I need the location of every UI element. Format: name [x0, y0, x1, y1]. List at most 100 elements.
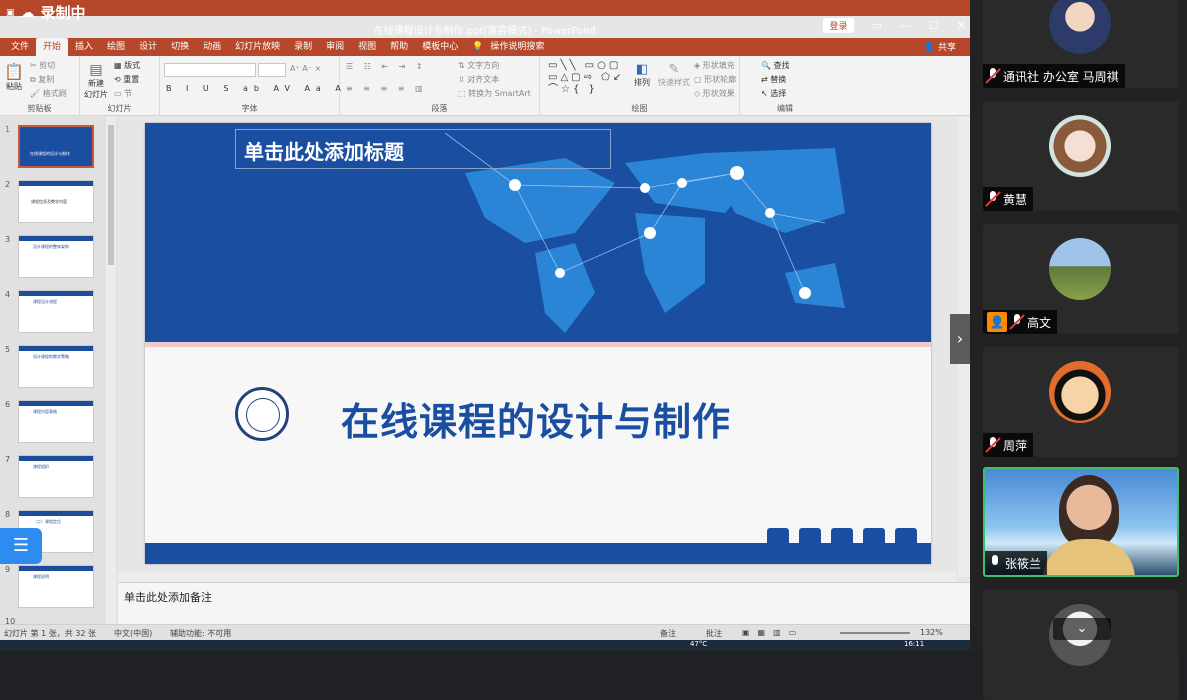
thumb-bar — [19, 346, 93, 351]
comments-button[interactable]: 批注 — [706, 628, 722, 639]
reset-button[interactable]: ⟲ 重置 — [114, 74, 139, 85]
new-slide-button[interactable]: ▤ 新建 幻灯片 — [84, 62, 108, 100]
paste-button[interactable]: 📋 粘贴 — [4, 62, 24, 92]
tab-template-center[interactable]: 模板中心 — [415, 38, 465, 56]
tab-file[interactable]: 文件 — [4, 38, 36, 56]
tab-insert[interactable]: 插入 — [68, 38, 100, 56]
university-seal-logo — [235, 387, 289, 441]
thumbnail-slide-2[interactable]: 课程信息及教学内容 — [18, 180, 94, 223]
participant-tile[interactable]: 黄慧 — [983, 101, 1179, 211]
shape-effects-button[interactable]: ◇ 形状效果 — [694, 88, 735, 99]
tell-me-search[interactable]: 操作说明搜索 — [490, 38, 551, 56]
quick-styles-button[interactable]: ✎ 快速样式 — [658, 62, 690, 88]
thumb-bar — [19, 511, 93, 516]
participant-tile[interactable]: 👤 高文 — [983, 224, 1179, 334]
replace-button[interactable]: ⇄ 替换 — [761, 74, 786, 85]
login-button[interactable]: 登录 — [823, 18, 854, 33]
notes-placeholder: 单击此处添加备注 — [124, 591, 212, 604]
thumb-number: 7 — [5, 455, 11, 464]
font-grow-icon[interactable]: A⁺ A⁻ ⨯ — [290, 64, 321, 73]
list-buttons[interactable]: ☰ ☷ ⇤ ⇥ ↕ — [346, 62, 427, 71]
tab-help[interactable]: 帮助 — [383, 38, 415, 56]
layout-button[interactable]: ▦ 版式 — [114, 60, 140, 71]
scroll-thumb[interactable] — [108, 125, 114, 265]
participant-tile[interactable]: 周萍 — [983, 347, 1179, 457]
shape-fill-button[interactable]: ◈ 形状填充 — [694, 60, 735, 71]
copy-button[interactable]: ⧉ 复制 — [30, 74, 54, 85]
tab-record[interactable]: 录制 — [287, 38, 319, 56]
tab-design[interactable]: 设计 — [132, 38, 164, 56]
tab-home[interactable]: 开始 — [36, 38, 69, 56]
minimize-icon[interactable]: — — [900, 19, 911, 32]
thumbnail-slide-6[interactable]: 课程内容表格 — [18, 400, 94, 443]
thumb-text: 设计课程的整体架构 — [33, 244, 69, 249]
thumbnail-slide-7[interactable]: 课程组织 — [18, 455, 94, 498]
align-text-button[interactable]: ⇳ 对齐文本 — [458, 74, 499, 85]
title-placeholder[interactable]: 单击此处添加标题 — [235, 129, 611, 169]
participant-nametag: 👤 高文 — [983, 310, 1058, 334]
participant-nametag: 周萍 — [983, 433, 1034, 457]
thumbnails-scrollbar[interactable] — [106, 117, 116, 625]
text-direction-label: 文字方向 — [467, 61, 500, 70]
tab-slideshow[interactable]: 幻灯片放映 — [228, 38, 287, 56]
close-icon[interactable]: ✕ — [957, 19, 966, 32]
shape-outline-button[interactable]: ▢ 形状轮廓 — [694, 74, 736, 85]
find-button[interactable]: 🔍 查找 — [761, 60, 790, 71]
slide-main-title[interactable]: 在线课程的设计与制作 — [341, 391, 731, 446]
list-menu-button[interactable]: ☰ — [0, 528, 42, 564]
panel-expand-button[interactable]: › — [950, 314, 970, 364]
cut-button[interactable]: ✂ 剪切 — [30, 60, 55, 71]
section-button[interactable]: ▭ 节 — [114, 88, 132, 99]
thumb-number: 9 — [5, 565, 11, 574]
replace-label: 替换 — [770, 75, 787, 84]
share-button[interactable]: 👤 共享 — [924, 40, 956, 53]
maximize-icon[interactable]: ☐ — [929, 19, 939, 32]
thumbnail-slide-5[interactable]: 设计课程的教学策略 — [18, 345, 94, 388]
thumb-text: 课程说明 — [33, 574, 49, 579]
select-button[interactable]: ↖ 选择 — [761, 88, 786, 99]
tab-draw[interactable]: 绘图 — [100, 38, 132, 56]
ribbon-display-icon[interactable]: ▭ — [872, 19, 882, 32]
zoom-slider[interactable] — [840, 632, 910, 634]
thumbnail-slide-4[interactable]: 课程设计流程 — [18, 290, 94, 333]
save-icon[interactable]: ▣ — [6, 8, 15, 18]
participant-tile-active-speaker[interactable]: 张筱兰 — [983, 467, 1179, 577]
canvas-horizontal-scrollbar[interactable] — [118, 572, 956, 582]
font-format-buttons[interactable]: B I U S ab AV Aa A — [166, 84, 347, 93]
tab-transitions[interactable]: 切换 — [164, 38, 196, 56]
font-name-select[interactable] — [164, 63, 256, 77]
avatar — [1049, 361, 1111, 423]
participant-tile[interactable]: ⌄ — [983, 590, 1179, 700]
drawing-group-label: 绘图 — [631, 104, 648, 113]
text-direction-button[interactable]: ⇅ 文字方向 — [458, 60, 499, 71]
mic-muted-icon — [1009, 314, 1025, 330]
tab-animations[interactable]: 动画 — [196, 38, 228, 56]
tab-review[interactable]: 审阅 — [319, 38, 351, 56]
accessibility-status[interactable]: 辅助功能: 不可用 — [170, 628, 231, 639]
clipboard-group-label: 剪贴板 — [27, 104, 52, 113]
participant-tile[interactable]: 通讯社 办公室 马周祺 — [983, 0, 1179, 88]
thumbnail-slide-1[interactable]: 在线课程的设计与制作 — [18, 125, 94, 168]
slide[interactable]: 单击此处添加标题 在线课程的设计与制作 — [145, 123, 931, 564]
scroll-down-button[interactable]: ⌄ — [1053, 618, 1111, 640]
thumb-text: 设计课程的教学策略 — [33, 354, 69, 359]
tab-view[interactable]: 视图 — [351, 38, 383, 56]
find-label: 查找 — [773, 61, 790, 70]
thumb-text: 课程信息及教学内容 — [31, 199, 67, 204]
view-buttons[interactable]: ▣▦▥▭ — [742, 628, 804, 637]
align-text-label: 对齐文本 — [467, 75, 500, 84]
clock: 16:11 — [904, 640, 925, 648]
language-indicator[interactable]: 中文(中国) — [114, 628, 152, 639]
thumbnail-slide-3[interactable]: 设计课程的整体架构 — [18, 235, 94, 278]
notes-button[interactable]: 备注 — [660, 628, 676, 639]
select-label: 选择 — [770, 89, 787, 98]
notes-pane[interactable]: 单击此处添加备注 — [118, 582, 970, 624]
alignment-buttons[interactable]: ≡ ≡ ≡ ≡ ▥ — [346, 84, 427, 93]
format-painter-button[interactable]: 🖌 格式刷 — [30, 88, 67, 99]
smartart-button[interactable]: ⬚ 转换为 SmartArt — [458, 88, 531, 99]
zoom-level[interactable]: 132% — [920, 628, 943, 637]
thumbnail-slide-9[interactable]: 课程说明 — [18, 565, 94, 608]
arrange-button[interactable]: ◧ 排列 — [634, 62, 650, 88]
shapes-gallery[interactable]: ▭╲╲ ▭○▢ ▭△▢⇨ ⬠↙ ⌒☆{ } — [548, 60, 624, 96]
font-size-select[interactable] — [258, 63, 286, 77]
